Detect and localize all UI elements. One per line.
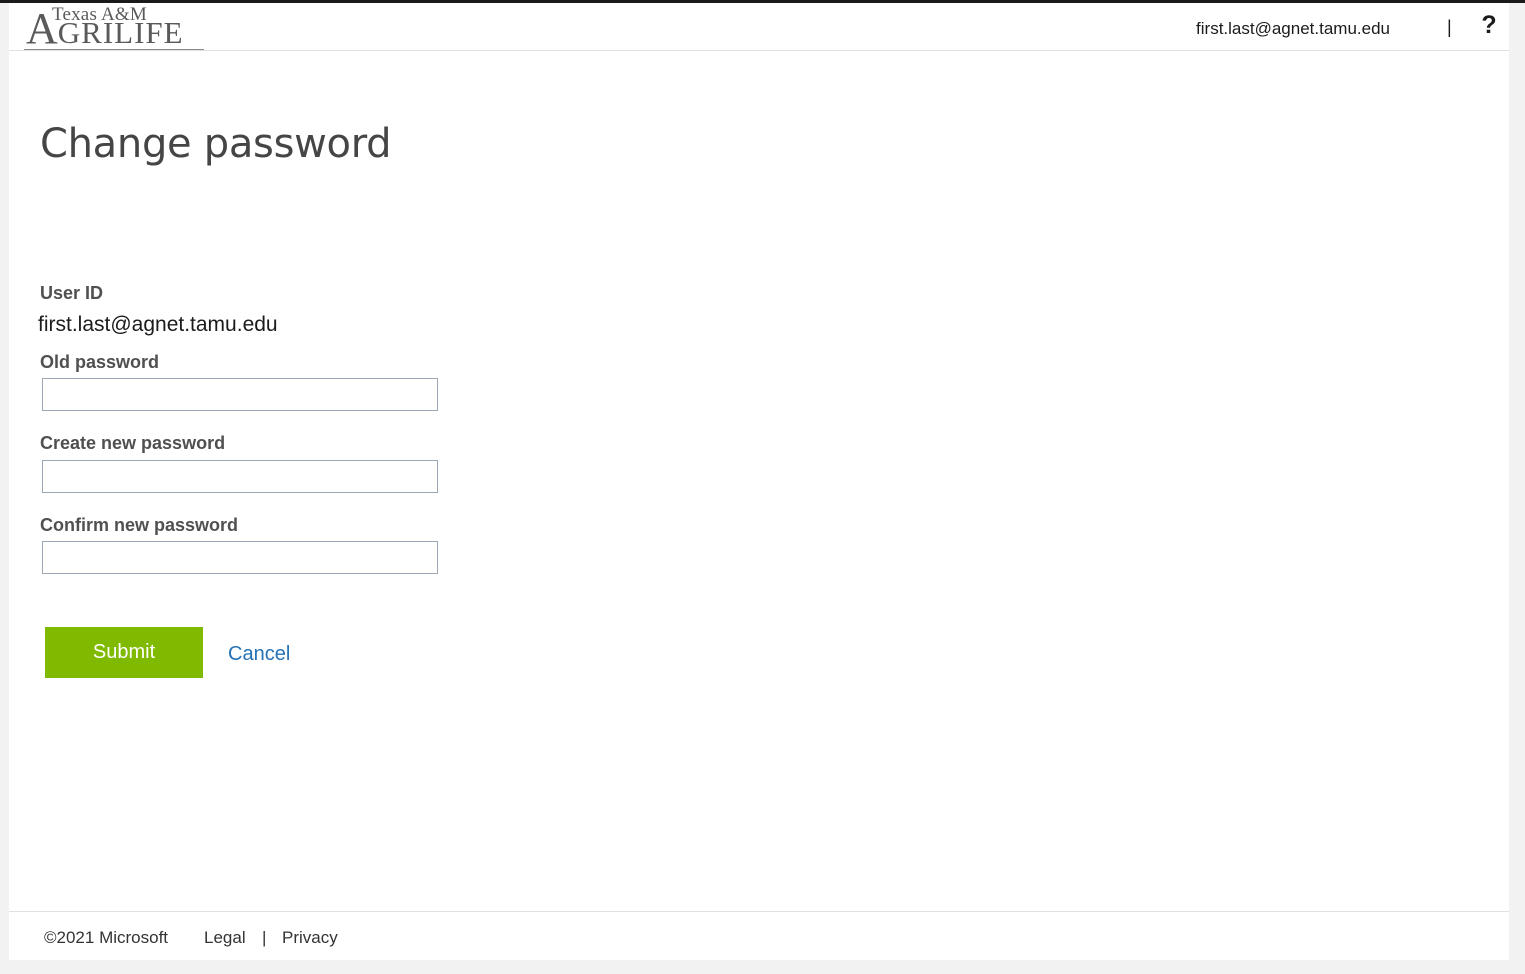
logo-text-bottom: AGRILIFE [26, 7, 184, 55]
footer-separator: | [262, 928, 267, 947]
submit-button[interactable]: Submit [45, 627, 203, 678]
page-title: Change password [40, 121, 392, 167]
confirm-password-label: Confirm new password [40, 515, 239, 535]
new-password-label: Create new password [40, 433, 226, 453]
help-icon[interactable]: ? [1479, 11, 1499, 41]
new-password-input[interactable] [42, 460, 438, 493]
old-password-label: Old password [40, 352, 160, 372]
legal-link[interactable]: Legal [204, 928, 246, 948]
header-bar: Texas A&M AGRILIFE first.last@agnet.tamu… [9, 3, 1509, 51]
privacy-link[interactable]: Privacy [282, 928, 338, 948]
logo-initial: A [26, 4, 58, 53]
change-password-page: Texas A&M AGRILIFE first.last@agnet.tamu… [9, 3, 1509, 960]
confirm-password-input[interactable] [42, 541, 438, 574]
copyright-text: ©2021 Microsoft [44, 928, 169, 947]
logo-underline [24, 49, 204, 50]
logo-wordmark: GRILIFE [57, 15, 184, 50]
user-id-value: first.last@agnet.tamu.edu [38, 313, 278, 336]
user-id-label: User ID [40, 283, 104, 303]
old-password-input[interactable] [42, 378, 438, 411]
signed-in-user: first.last@agnet.tamu.edu [1196, 19, 1390, 38]
footer: ©2021 Microsoft Legal | Privacy [9, 911, 1509, 961]
agrilife-logo: Texas A&M AGRILIFE [24, 3, 204, 51]
cancel-link[interactable]: Cancel [228, 643, 290, 666]
header-separator: | [1447, 17, 1452, 37]
